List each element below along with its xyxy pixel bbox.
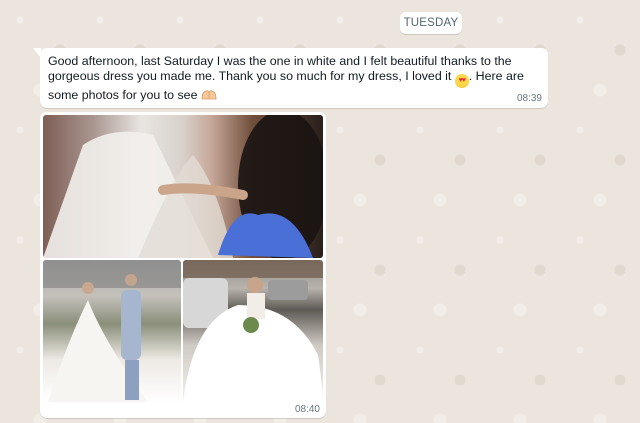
incoming-photo-album-bubble[interactable]: 08:40 [40, 112, 326, 418]
bride-and-groom-photo[interactable] [43, 260, 181, 402]
wedding-dress-back-photo[interactable] [43, 115, 323, 258]
date-divider-label: TUESDAY [403, 17, 459, 29]
photo-album-timestamp: 08:40 [294, 404, 320, 415]
date-divider: TUESDAY [400, 12, 462, 34]
message-text: Good afternoon, last Saturday I was the … [48, 54, 540, 104]
bride-sitting-in-street-photo[interactable] [183, 260, 323, 402]
message-timestamp: 08:39 [516, 93, 542, 104]
incoming-message-bubble[interactable]: Good afternoon, last Saturday I was the … [33, 48, 548, 108]
heart-eyes-emoji-icon: ♥♥ [454, 74, 469, 89]
heart-hands-emoji-icon [201, 90, 217, 100]
message-text-part-1: Good afternoon, last Saturday I was the … [48, 54, 512, 84]
